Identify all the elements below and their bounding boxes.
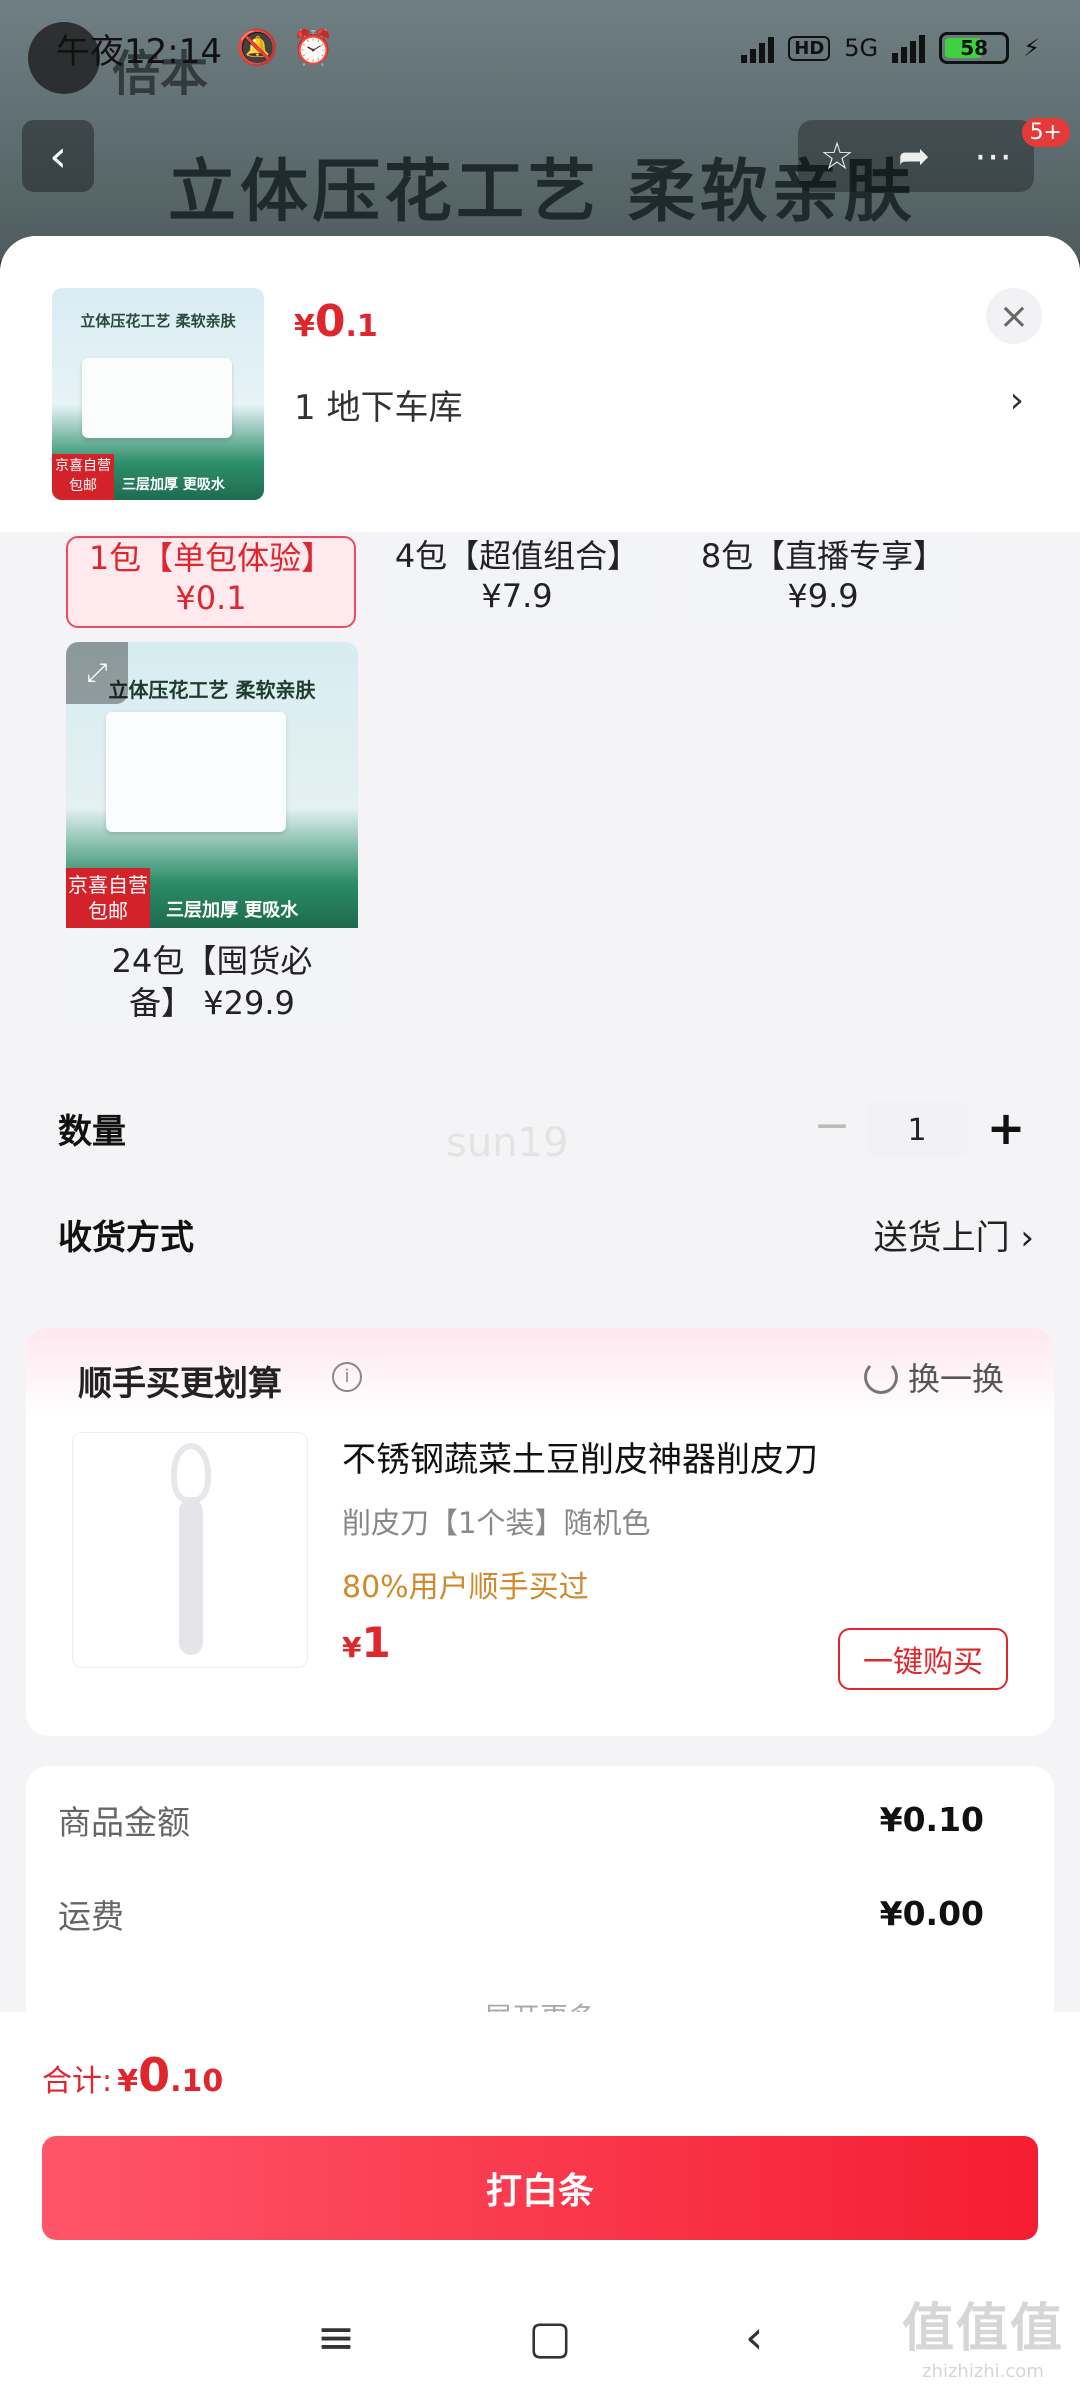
site-watermark-url: zhizhizhi.com	[922, 2361, 1044, 2382]
option-title: 4包【超值组合】	[394, 537, 640, 575]
upsell-social-proof: 80%用户顺手买过	[342, 1570, 589, 1605]
battery-icon: 58	[939, 32, 1010, 64]
more-icon[interactable]: ⋯	[974, 134, 1012, 178]
alarm-icon: ⏰	[292, 28, 335, 68]
one-click-buy-button[interactable]: 一键购买	[838, 1628, 1008, 1690]
shipping-label: 收货方式	[58, 1218, 194, 1258]
upsell-product-image[interactable]	[72, 1432, 308, 1668]
checkout-bar: 合计: ¥0.10 打白条 ≡ ▢ ‹ 值值值 zhizhizhi.com	[0, 2012, 1080, 2400]
mute-icon: 🔕	[235, 28, 279, 68]
option-title: 1包【单包体验】	[88, 539, 334, 577]
thumbnail-title: 立体压花工艺 柔软亲肤	[80, 312, 236, 330]
menu-icon[interactable]: ≡	[317, 2310, 356, 2364]
star-icon[interactable]: ☆	[820, 134, 854, 178]
shipping-value: 送货上门	[873, 1218, 1010, 1258]
upsell-card: 顺手买更划算 i 换一换 不锈钢蔬菜土豆削皮神器削皮刀 削皮刀【1个装】随机色 …	[26, 1328, 1054, 1736]
thumbnail-strip: 三层加厚 更吸水	[122, 477, 225, 493]
total-integer: 0	[138, 2048, 171, 2102]
total-currency: ¥	[117, 2064, 139, 2099]
price-currency: ¥	[294, 309, 315, 344]
shipping-method[interactable]: 送货上门 ›	[874, 1210, 1034, 1259]
option-24-label: 24包【囤货必备】 ¥29.9	[111, 942, 313, 1022]
chevron-right-icon[interactable]: ›	[1010, 380, 1024, 421]
refresh-label: 换一换	[907, 1360, 1004, 1398]
quantity-increase-button[interactable]: +	[984, 1102, 1028, 1158]
selected-price: ¥0.1	[294, 296, 378, 347]
quantity-input[interactable]: 1	[866, 1102, 968, 1158]
tag-bottom: 包邮	[69, 478, 97, 494]
hd-icon: HD	[788, 35, 831, 61]
tissue-box-image	[106, 712, 286, 832]
sku-sheet: 立体压花工艺 柔软亲肤 京喜自营 包邮 三层加厚 更吸水 ¥0.1 1 地下车库…	[0, 236, 1080, 2400]
chevron-left-icon: ‹	[49, 130, 67, 182]
self-operated-tag: 京喜自营 包邮	[66, 868, 150, 928]
refresh-icon	[863, 1360, 898, 1394]
back-icon[interactable]: ‹	[745, 2310, 763, 2364]
delivery-address[interactable]: 1 地下车库	[294, 380, 462, 429]
option-title: 8包【直播专享】	[700, 537, 946, 575]
shipping-fee-value: ¥0.00	[879, 1894, 984, 1933]
back-button[interactable]: ‹	[22, 120, 94, 192]
tag-top: 京喜自营	[55, 458, 111, 474]
status-time: 午夜12:14	[56, 31, 222, 72]
expand-icon[interactable]: ⤢	[66, 642, 128, 704]
battery-level: 58	[960, 36, 989, 60]
pay-button[interactable]: 打白条	[42, 2136, 1038, 2240]
message-badge: 5+	[1021, 118, 1070, 147]
charging-icon: ⚡	[1023, 34, 1040, 62]
info-icon[interactable]: i	[332, 1362, 362, 1392]
quantity-label: 数量	[58, 1112, 126, 1152]
status-bar: 午夜12:14 🔕 ⏰ HD 5G 58 ⚡	[0, 0, 1080, 96]
signal-icon	[741, 33, 775, 63]
peeler-blade	[171, 1443, 211, 1503]
peeler-handle	[179, 1499, 203, 1655]
product-thumbnail[interactable]: 立体压花工艺 柔软亲肤 京喜自营 包邮 三层加厚 更吸水	[52, 288, 264, 500]
option-price: ¥7.9	[481, 577, 553, 615]
network-label: 5G	[844, 34, 879, 62]
goods-amount-value: ¥0.10	[879, 1800, 984, 1839]
option-price: ¥9.9	[787, 577, 859, 615]
upsell-product-spec: 削皮刀【1个装】随机色	[342, 1506, 651, 1540]
goods-amount-label: 商品金额	[58, 1803, 190, 1842]
sheet-content: 立体压花工艺 柔软亲肤 京喜自营 包邮 三层加厚 更吸水 ¥0.1 1 地下车库…	[0, 236, 1080, 532]
option-4-pack[interactable]: 4包【超值组合】 ¥7.9	[372, 536, 662, 628]
price-integer: 0	[314, 296, 346, 347]
refresh-button[interactable]: 换一换	[863, 1354, 1004, 1400]
total-label: 合计:	[42, 2064, 113, 2099]
option-24-strip: 三层加厚 更吸水	[166, 900, 299, 921]
chevron-right-icon: ›	[1020, 1218, 1034, 1258]
option-8-pack[interactable]: 8包【直播专享】 ¥9.9	[678, 536, 968, 628]
price-integer: 1	[361, 1618, 391, 1667]
option-24-image: 立体压花工艺 柔软亲肤 京喜自营 包邮 三层加厚 更吸水 ⤢	[66, 642, 358, 928]
tag-bottom: 包邮	[88, 899, 128, 923]
site-watermark: 值值值 zhizhizhi.com	[902, 2286, 1064, 2382]
option-24-pack[interactable]: 立体压花工艺 柔软亲肤 京喜自营 包邮 三层加厚 更吸水 ⤢ 24包【囤货必备】…	[66, 642, 358, 1036]
tag-top: 京喜自营	[68, 873, 148, 897]
close-button[interactable]: ×	[986, 288, 1042, 344]
top-actions: ☆ ➦ ⋯	[798, 120, 1034, 192]
watermark: sun19	[446, 1120, 569, 1166]
site-watermark-logo: 值值值	[901, 2299, 1064, 2359]
total-price: 合计: ¥0.10	[42, 2048, 223, 2102]
self-operated-tag: 京喜自营 包邮	[52, 454, 114, 500]
price-decimal: .1	[345, 309, 378, 344]
upsell-title: 顺手买更划算	[78, 1364, 282, 1404]
upsell-product-name[interactable]: 不锈钢蔬菜土豆削皮神器削皮刀	[342, 1432, 818, 1481]
option-1-pack[interactable]: 1包【单包体验】 ¥0.1	[66, 536, 356, 628]
shipping-fee-label: 运费	[58, 1897, 124, 1936]
close-icon: ×	[998, 295, 1030, 337]
price-currency: ¥	[342, 1631, 362, 1664]
home-icon[interactable]: ▢	[528, 2310, 571, 2364]
quantity-decrease-button[interactable]: −	[812, 1104, 852, 1148]
upsell-price: ¥1	[342, 1618, 391, 1667]
total-decimal: .10	[170, 2064, 224, 2099]
share-icon[interactable]: ➦	[898, 134, 930, 178]
signal-5g-icon	[892, 33, 926, 63]
option-price: ¥0.1	[175, 579, 247, 617]
tissue-box-image	[82, 358, 232, 438]
